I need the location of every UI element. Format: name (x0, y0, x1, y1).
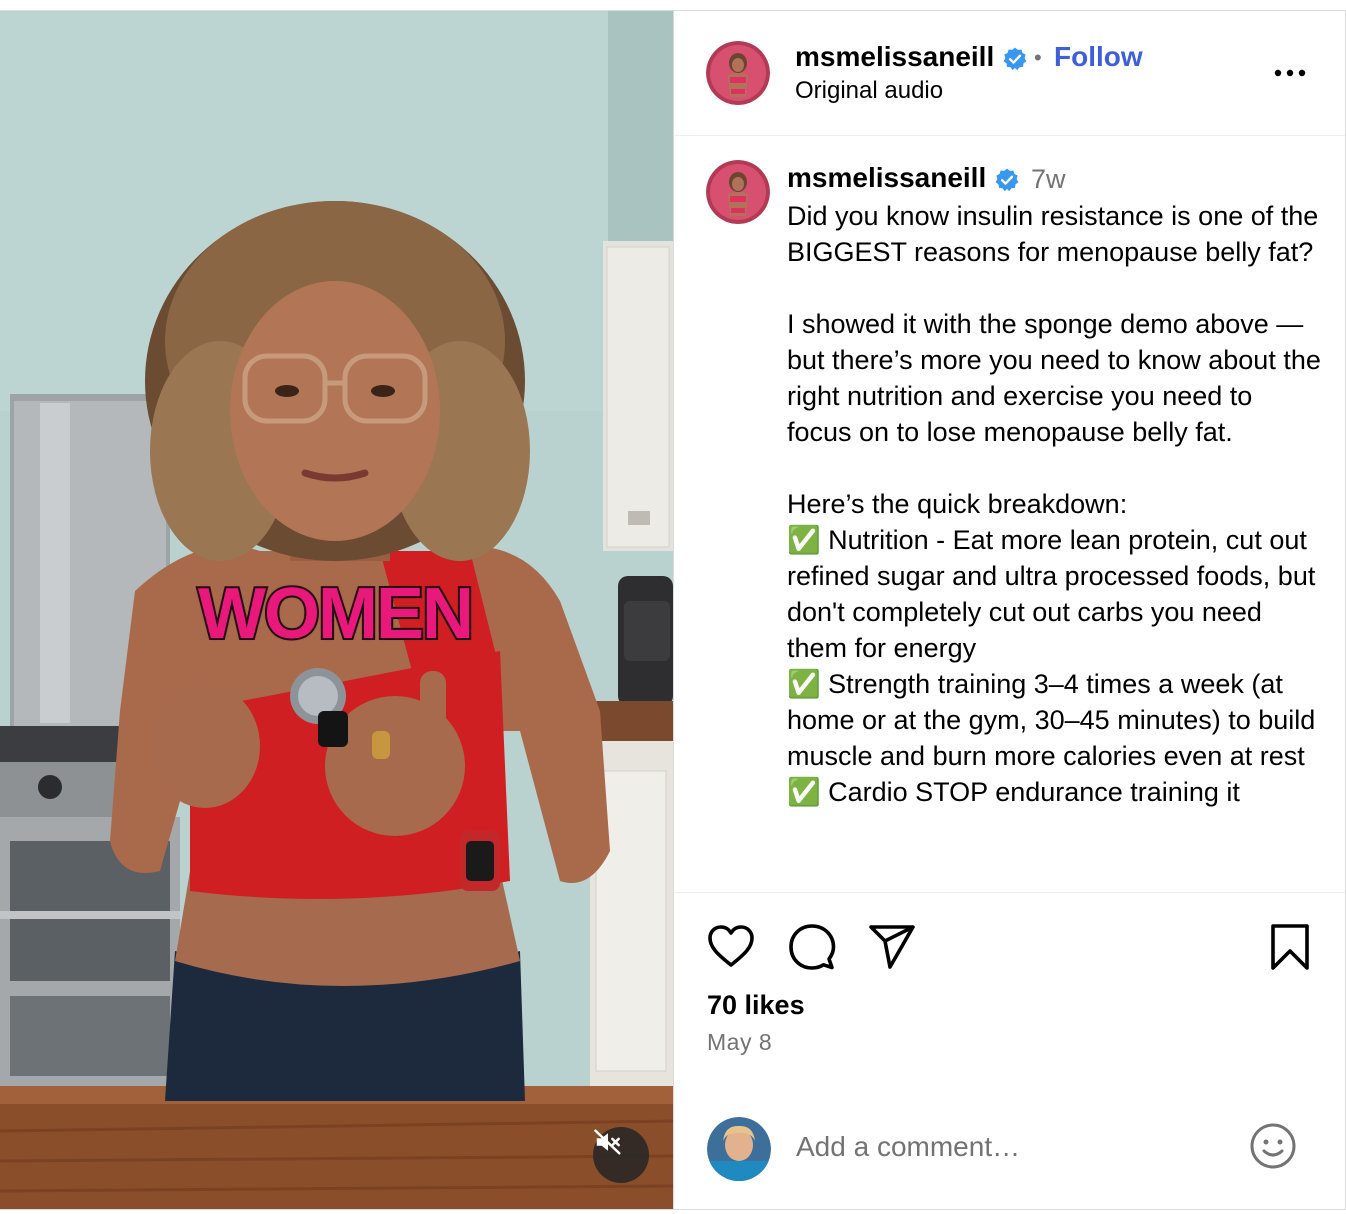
current-user-avatar-image (707, 1117, 771, 1181)
like-button[interactable] (707, 923, 755, 974)
mute-toggle-button[interactable] (593, 1127, 649, 1183)
audio-link[interactable]: Original audio (795, 77, 943, 105)
verified-badge-icon (1003, 47, 1027, 70)
comment-button[interactable] (788, 923, 836, 976)
speaker-muted-icon (594, 1129, 621, 1155)
caption-text: Did you know insulin resistance is one o… (787, 201, 1321, 807)
share-button[interactable] (868, 923, 916, 976)
post-header: msmelissaneill • Follow Original audio (674, 11, 1345, 136)
more-options-icon (1274, 69, 1306, 77)
smiley-icon (1250, 1123, 1296, 1169)
caption-author-avatar[interactable] (706, 160, 770, 224)
author-username: msmelissaneill (795, 41, 995, 72)
post-video[interactable]: WOMEN (0, 11, 673, 1209)
author-avatar[interactable] (706, 41, 770, 105)
verified-badge-icon (995, 168, 1019, 191)
bookmark-icon (1271, 924, 1309, 970)
current-user-avatar[interactable] (707, 1117, 771, 1181)
video-overlay-caption: WOMEN (196, 572, 476, 656)
paper-plane-icon (869, 925, 915, 969)
comment-input[interactable] (796, 1127, 1226, 1167)
caption-section: msmelissaneill 7w Did you know insulin r… (674, 136, 1345, 892)
post-date: May 8 (707, 1029, 773, 1055)
save-button[interactable] (1270, 923, 1310, 976)
comment-bubble-icon (789, 924, 836, 970)
author-username-link[interactable]: msmelissaneill (795, 41, 1028, 73)
caption-username-link[interactable]: msmelissaneill (787, 162, 1020, 194)
heart-icon (708, 925, 754, 967)
post-details-panel: msmelissaneill • Follow Original audio m… (674, 11, 1345, 1209)
follow-button[interactable]: Follow (1054, 41, 1143, 73)
caption-username: msmelissaneill (787, 162, 987, 193)
more-options-button[interactable] (1272, 61, 1308, 85)
post-actions-section: 70 likes May 8 (674, 892, 1345, 1210)
emoji-picker-button[interactable] (1249, 1122, 1297, 1175)
post-time-ago[interactable]: 7w (1031, 164, 1066, 195)
author-avatar-image (706, 41, 770, 105)
caption-avatar-image (706, 160, 770, 224)
header-separator: • (1034, 45, 1042, 70)
add-comment-row (674, 1105, 1345, 1185)
likes-count[interactable]: 70 likes (707, 990, 805, 1021)
